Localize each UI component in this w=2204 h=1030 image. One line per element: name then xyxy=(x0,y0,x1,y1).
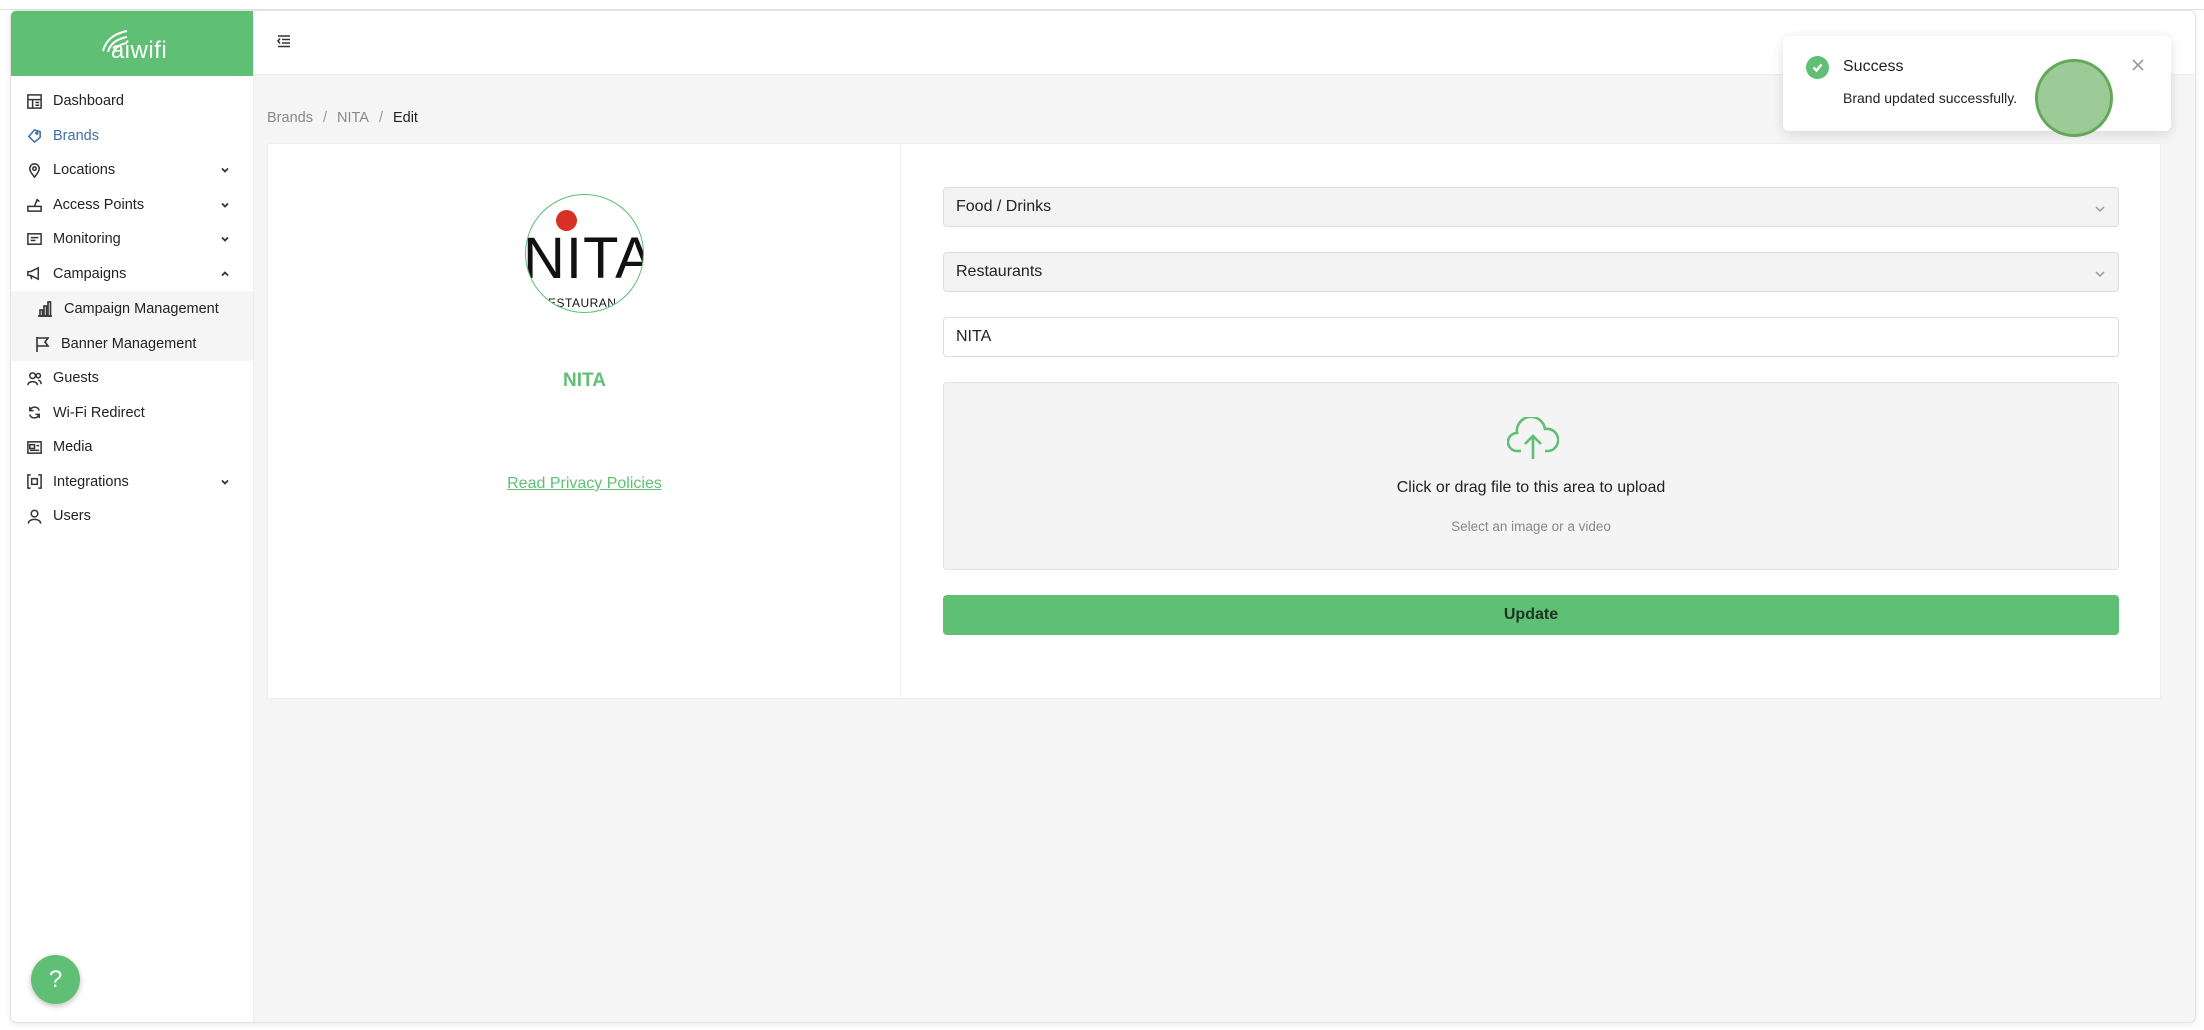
sidebar-item-label: Integrations xyxy=(53,473,129,490)
success-toast: Success Brand updated successfully. xyxy=(1783,36,2171,131)
sidebar-item-integrations[interactable]: Integrations xyxy=(11,465,253,500)
chevron-up-icon xyxy=(219,268,231,280)
breadcrumb-nita[interactable]: NITA xyxy=(337,110,369,126)
breadcrumb: Brands / NITA / Edit xyxy=(267,110,418,126)
router-icon xyxy=(25,196,43,214)
chevron-down-icon xyxy=(2094,267,2106,279)
monitor-icon xyxy=(25,230,43,248)
brands-icon xyxy=(25,127,43,145)
breadcrumb-current: Edit xyxy=(392,110,418,126)
sidebar-item-label: Campaign Management xyxy=(64,300,219,317)
subcategory-select[interactable]: Restaurants xyxy=(943,252,2119,292)
sidebar-item-label: Users xyxy=(53,508,91,525)
breadcrumb-separator: / xyxy=(322,110,327,126)
sidebar-item-campaign-management[interactable]: Campaign Management xyxy=(11,291,253,326)
megaphone-icon xyxy=(25,265,43,283)
help-button[interactable]: ? xyxy=(31,955,80,1004)
upload-main-text: Click or drag file to this area to uploa… xyxy=(1396,479,1666,496)
sidebar-item-label: Media xyxy=(53,439,93,456)
flag-icon xyxy=(33,335,51,353)
user-icon xyxy=(25,507,43,525)
users-icon xyxy=(25,369,43,387)
sidebar-item-locations[interactable]: Locations xyxy=(11,153,253,188)
integrations-icon xyxy=(25,473,43,491)
sidebar-nav: Dashboard Brands Locations Access Points… xyxy=(11,76,253,534)
logo-big-text: NITA xyxy=(525,226,644,291)
logo-small-text: ESTAURAN xyxy=(548,296,617,310)
sidebar-item-users[interactable]: Users xyxy=(11,499,253,534)
chevron-down-icon xyxy=(219,233,231,245)
campaigns-submenu: Campaign Management Banner Management xyxy=(11,291,253,361)
sidebar-item-label: Monitoring xyxy=(53,231,121,248)
category-select[interactable]: Food / Drinks xyxy=(943,187,2119,227)
file-upload-dropzone[interactable]: Click or drag file to this area to uploa… xyxy=(943,382,2119,570)
menu-toggle-icon[interactable] xyxy=(276,33,296,53)
category-value: Food / Drinks xyxy=(956,198,1052,215)
brand-edit-form: Food / Drinks Restaurants NITA Click or … xyxy=(943,187,2119,635)
breadcrumb-separator: / xyxy=(378,110,383,126)
media-icon xyxy=(25,438,43,456)
sidebar-item-wifi-redirect[interactable]: Wi-Fi Redirect xyxy=(11,396,253,431)
cloud-upload-icon xyxy=(1506,415,1560,461)
logo[interactable]: aiwifi xyxy=(11,11,253,76)
update-button[interactable]: Update xyxy=(943,595,2119,635)
brand-name-input[interactable]: NITA xyxy=(943,317,2119,357)
wifi-waves-icon xyxy=(102,30,128,54)
subcategory-value: Restaurants xyxy=(956,263,1043,280)
upload-hint-text: Select an image or a video xyxy=(1451,519,1611,534)
brand-logo: NITA ESTAURAN xyxy=(525,194,644,313)
brand-edit-card: NITA ESTAURAN NITA Read Privacy Policies… xyxy=(267,143,2161,699)
sidebar-item-label: Access Points xyxy=(53,196,145,213)
sidebar-item-label: Brands xyxy=(53,127,99,144)
sidebar-item-label: Campaigns xyxy=(53,265,127,282)
privacy-policy-link[interactable]: Read Privacy Policies xyxy=(268,475,901,493)
bar-chart-icon xyxy=(36,300,54,318)
close-icon[interactable] xyxy=(2131,58,2145,72)
browser-top-edge xyxy=(0,0,2204,10)
sidebar-item-label: Locations xyxy=(53,162,116,179)
sidebar-item-banner-management[interactable]: Banner Management xyxy=(11,326,253,361)
chevron-down-icon xyxy=(219,164,231,176)
sidebar-item-campaigns[interactable]: Campaigns xyxy=(11,257,253,292)
refresh-icon xyxy=(25,404,43,422)
sidebar-item-monitoring[interactable]: Monitoring xyxy=(11,222,253,257)
toast-message: Brand updated successfully. xyxy=(1843,90,2018,106)
chevron-down-icon xyxy=(2094,202,2106,214)
check-circle-icon xyxy=(1806,56,1829,79)
brand-name-value: NITA xyxy=(956,328,992,345)
sidebar-item-access-points[interactable]: Access Points xyxy=(11,188,253,223)
dashboard-icon xyxy=(25,92,43,110)
brand-name: NITA xyxy=(563,370,606,391)
sidebar-item-dashboard[interactable]: Dashboard xyxy=(11,84,253,119)
sidebar: aiwifi Dashboard Brands Locations Access… xyxy=(11,11,254,1022)
brand-preview-panel: NITA ESTAURAN NITA Read Privacy Policies xyxy=(268,144,901,698)
toast-title: Success xyxy=(1843,58,1904,75)
chevron-down-icon xyxy=(219,199,231,211)
location-pin-icon xyxy=(25,161,43,179)
click-indicator xyxy=(2035,59,2113,137)
sidebar-item-guests[interactable]: Guests xyxy=(11,361,253,396)
sidebar-item-media[interactable]: Media xyxy=(11,430,253,465)
sidebar-item-label: Dashboard xyxy=(53,93,124,110)
sidebar-item-label: Banner Management xyxy=(61,335,197,352)
breadcrumb-brands[interactable]: Brands xyxy=(267,110,313,126)
sidebar-item-label: Wi-Fi Redirect xyxy=(53,404,145,421)
chevron-down-icon xyxy=(219,476,231,488)
sidebar-item-brands[interactable]: Brands xyxy=(11,119,253,154)
sidebar-item-label: Guests xyxy=(53,370,99,387)
